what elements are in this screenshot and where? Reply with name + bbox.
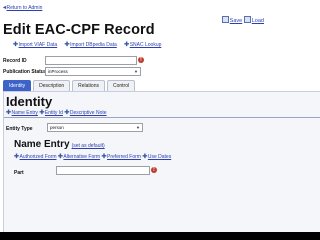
- tab-relations[interactable]: Relations: [72, 80, 105, 91]
- snac-lookup-label[interactable]: SNAC Lookup: [130, 42, 162, 48]
- use-dates-label[interactable]: Use Dates: [148, 154, 171, 160]
- identity-panel: Identity ✚Name Entry ✚Entity Id ✚Descrip…: [3, 91, 320, 232]
- save-label[interactable]: Save: [230, 18, 243, 24]
- authorized-form-link[interactable]: ✚Authorized Form: [14, 154, 57, 160]
- tab-control[interactable]: Control: [107, 80, 136, 91]
- name-entry-heading: Name Entry (set as default): [14, 139, 105, 150]
- save-button[interactable]: Save: [221, 16, 243, 24]
- identity-heading: Identity: [6, 94, 53, 109]
- plus-icon: ✚: [13, 42, 19, 48]
- entity-type-label: Entity Type: [6, 126, 33, 132]
- entity-id-link[interactable]: ✚Entity Id: [39, 110, 63, 116]
- load-button[interactable]: Load: [243, 16, 264, 24]
- page-title: Edit EAC-CPF Record: [3, 22, 155, 38]
- error-icon: !: [138, 57, 144, 63]
- save-icon: [221, 16, 229, 23]
- descriptive-note-label[interactable]: Descriptive Note: [70, 110, 107, 116]
- descriptive-note-link[interactable]: ✚Descriptive Note: [64, 110, 106, 116]
- top-actions: Save Load: [221, 16, 264, 24]
- set-as-default-link[interactable]: (set as default): [72, 143, 105, 149]
- part-label: Part: [14, 170, 24, 176]
- snac-lookup-link[interactable]: ✚SNAC Lookup: [124, 42, 161, 48]
- plus-icon: ✚: [101, 154, 107, 160]
- part-input[interactable]: [56, 166, 150, 175]
- entity-type-value: person: [50, 125, 64, 130]
- alternative-form-label[interactable]: Alternative Form: [63, 154, 100, 160]
- load-icon: [243, 16, 251, 23]
- plus-icon: ✚: [14, 154, 20, 160]
- return-to-admin-label[interactable]: Return to Admin: [7, 5, 43, 11]
- preferred-form-label[interactable]: Preferred Form: [107, 154, 141, 160]
- name-entry-title: Name Entry: [14, 139, 70, 150]
- entity-id-label[interactable]: Entity Id: [45, 110, 63, 116]
- preferred-form-link[interactable]: ✚Preferred Form: [102, 154, 141, 160]
- chevron-down-icon: ▼: [134, 69, 138, 74]
- chevron-down-icon: ▼: [136, 125, 140, 130]
- plus-icon: ✚: [64, 42, 70, 48]
- load-label[interactable]: Load: [252, 18, 264, 24]
- authorized-form-label[interactable]: Authorized Form: [20, 154, 57, 160]
- name-entry-link[interactable]: ✚Name Entry: [6, 110, 38, 116]
- alternative-form-link[interactable]: ✚Alternative Form: [58, 154, 100, 160]
- plus-icon: ✚: [6, 110, 12, 116]
- identity-links: ✚Name Entry ✚Entity Id ✚Descriptive Note: [6, 109, 107, 116]
- plus-icon: ✚: [39, 110, 45, 116]
- tab-bar: Identity Description Relations Control: [3, 80, 137, 91]
- record-id-label: Record ID: [3, 58, 27, 64]
- name-entry-links: ✚Authorized Form ✚Alternative Form ✚Pref…: [14, 153, 171, 160]
- tab-description[interactable]: Description: [33, 80, 71, 91]
- import-viaf-label[interactable]: Import VIAF Data: [19, 42, 58, 48]
- import-dbpedia-label[interactable]: Import DBpedia Data: [70, 42, 117, 48]
- return-to-admin-link[interactable]: ◂Return to Admin: [3, 4, 42, 11]
- publication-status-label: Publication Status: [3, 69, 47, 75]
- entity-type-select[interactable]: person ▼: [47, 123, 143, 132]
- record-id-input[interactable]: [45, 56, 137, 65]
- publication-status-value: inProcess: [48, 69, 68, 74]
- import-links: ✚Import VIAF Data ✚Import DBpedia Data ✚…: [13, 41, 167, 48]
- tab-identity[interactable]: Identity: [3, 80, 32, 91]
- import-viaf-link[interactable]: ✚Import VIAF Data: [13, 42, 57, 48]
- name-entry-label[interactable]: Name Entry: [12, 110, 38, 116]
- plus-icon: ✚: [64, 110, 70, 116]
- import-dbpedia-link[interactable]: ✚Import DBpedia Data: [65, 42, 117, 48]
- plus-icon: ✚: [124, 42, 130, 48]
- plus-icon: ✚: [142, 154, 148, 160]
- use-dates-link[interactable]: ✚Use Dates: [142, 154, 171, 160]
- error-icon: !: [151, 167, 157, 173]
- page: ◂Return to Admin Save Load Edit EAC-CPF …: [0, 0, 320, 232]
- divider: [4, 117, 320, 118]
- publication-status-select[interactable]: inProcess ▼: [45, 67, 141, 76]
